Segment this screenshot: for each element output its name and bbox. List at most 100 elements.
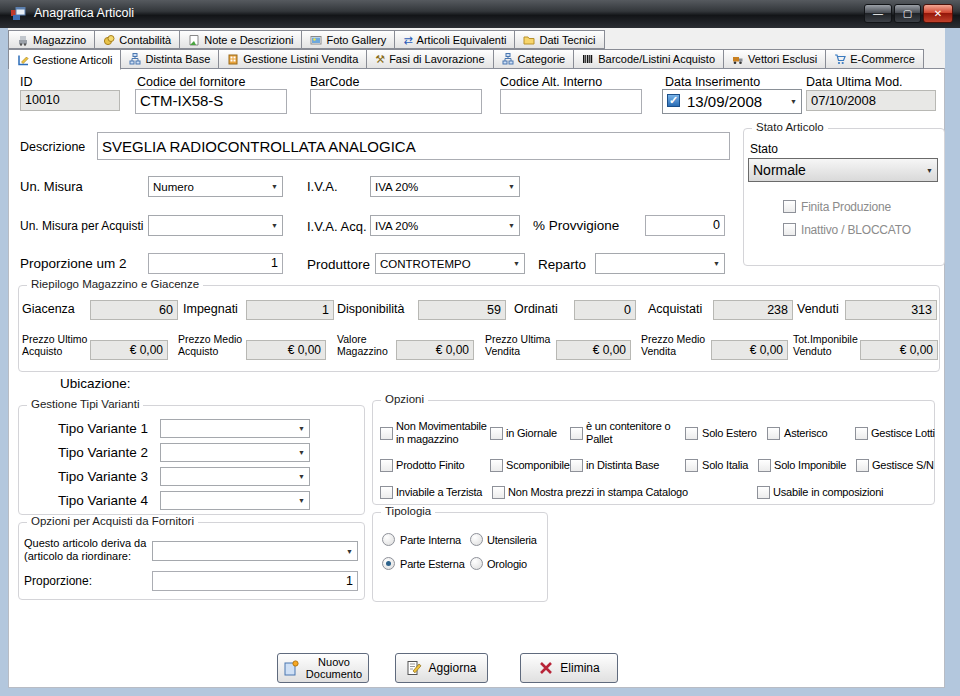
data-inserimento-picker[interactable]: 13/09/2008 ▼: [662, 89, 802, 114]
tab-barcode-listini-acquisto[interactable]: Barcode/Listini Acquisto: [574, 49, 724, 69]
descrizione-field[interactable]: SVEGLIA RADIOCONTROLLATA ANALOGICA: [97, 132, 730, 160]
un-misura-combobox[interactable]: Numero▼: [148, 176, 283, 197]
solo-estero-checkbox[interactable]: [685, 427, 698, 440]
iva-acq-combobox[interactable]: IVA 20%▼: [370, 215, 520, 236]
iva-acq-label: I.V.A. Acq.: [307, 219, 367, 234]
tab-magazzino[interactable]: Magazzino: [8, 30, 95, 49]
nuovo-documento-button[interactable]: Nuovo Documento: [277, 653, 369, 683]
produttore-value: CONTROTEMPO: [380, 258, 471, 270]
proporzione-um2-field[interactable]: 1: [148, 253, 283, 274]
impegnati-field: 1: [246, 300, 334, 320]
window-frame-bottom: [0, 688, 960, 696]
prezzo-ultima-vendita-label: Prezzo Ultima Vendita: [485, 333, 551, 357]
produttore-combobox[interactable]: CONTROTEMPO▼: [375, 253, 525, 274]
stato-label: Stato: [750, 142, 778, 156]
tipo-variante-2-label: Tipo Variante 2: [58, 445, 148, 460]
close-button[interactable]: ✕: [923, 4, 953, 23]
proporzione-field[interactable]: 1: [152, 571, 358, 591]
varianti-title: Gestione Tipi Varianti: [27, 398, 143, 410]
tipo-variante-2-combobox[interactable]: ▼: [160, 443, 310, 462]
contenitore-pallet-checkbox[interactable]: [570, 427, 583, 440]
tab-foto-gallery[interactable]: Foto Gallery: [302, 30, 395, 49]
tab-note-descrizioni[interactable]: Note e Descrizioni: [180, 30, 302, 49]
stato-combobox[interactable]: Normale ▼: [748, 158, 938, 182]
disponibilita-label: Disponibilità: [337, 302, 404, 316]
scomponibile-checkbox[interactable]: [490, 459, 503, 472]
reparto-label: Reparto: [538, 257, 586, 272]
tab-categorie[interactable]: Categorie: [494, 49, 575, 69]
tab-fasi-lavorazione[interactable]: ⚒ Fasi di Lavorazione: [367, 49, 493, 69]
orologio-radio[interactable]: [470, 557, 483, 570]
tipo-variante-1-dropdown-icon: ▼: [294, 425, 309, 432]
usabile-composizioni-label: Usabile in composizioni: [773, 486, 883, 498]
acquistati-label: Acquistati: [648, 302, 702, 316]
stato-value: Normale: [753, 162, 806, 178]
inviabile-terzista-checkbox[interactable]: [380, 486, 393, 499]
tab-dati-tecnici[interactable]: Dati Tecnici: [515, 30, 604, 49]
acquistati-field: 238: [713, 300, 793, 320]
data-inserimento-checkbox[interactable]: [667, 94, 680, 107]
codice-alt-field[interactable]: [500, 89, 642, 114]
solo-imponibile-checkbox[interactable]: [758, 459, 771, 472]
tipo-variante-3-combobox[interactable]: ▼: [160, 467, 310, 486]
foto-gallery-icon: [310, 34, 322, 46]
maximize-button[interactable]: ▢: [894, 4, 921, 23]
tab-contabilita[interactable]: Contabilità: [95, 30, 180, 49]
tab-distinta-base[interactable]: Distinta Base: [121, 49, 219, 69]
acquisti-fornitori-title: Opzioni per Acquisti da Fornitori: [27, 515, 198, 527]
non-movimentabile-checkbox[interactable]: [380, 427, 393, 440]
parte-interna-radio[interactable]: [382, 533, 395, 546]
data-inserimento-value: 13/09/2008: [687, 93, 762, 110]
solo-italia-label: Solo Italia: [702, 459, 748, 471]
stato-dropdown-icon: ▼: [922, 167, 937, 174]
valore-magazzino-label: Valore Magazzino: [337, 333, 397, 357]
utensileria-radio[interactable]: [470, 533, 483, 546]
tab-ecommerce[interactable]: E-Commerce: [826, 49, 924, 69]
contenitore-pallet-label: è un contenitore o Pallet: [586, 420, 678, 446]
reparto-combobox[interactable]: ▼: [595, 253, 725, 274]
scomponibile-label: Scomponibile: [506, 459, 570, 471]
gestisce-lotti-checkbox[interactable]: [855, 427, 868, 440]
iva-combobox[interactable]: IVA 20%▼: [370, 176, 520, 197]
tab-label: Categorie: [518, 53, 566, 65]
elimina-button[interactable]: Elimina: [520, 653, 618, 683]
tab-label: Magazzino: [33, 34, 86, 46]
aggiorna-button[interactable]: Aggiorna: [395, 653, 488, 683]
solo-italia-checkbox[interactable]: [685, 459, 698, 472]
tab-articoli-equivalenti[interactable]: ⇄ Articoli Equivalenti: [395, 30, 515, 49]
un-misura-value: Numero: [153, 181, 194, 193]
tab-label: Foto Gallery: [326, 34, 386, 46]
codice-alt-label: Codice Alt. Interno: [500, 75, 602, 89]
tipo-variante-1-combobox[interactable]: ▼: [160, 419, 310, 438]
finita-produzione-checkbox[interactable]: [783, 200, 796, 213]
non-mostra-prezzi-checkbox[interactable]: [492, 486, 505, 499]
in-giornale-checkbox[interactable]: [490, 427, 503, 440]
fasi-lavorazione-icon: ⚒: [375, 53, 385, 65]
provvigione-field[interactable]: 0: [645, 215, 725, 236]
tab-label: Distinta Base: [145, 53, 210, 65]
barcode-field[interactable]: [310, 89, 482, 114]
minimize-button[interactable]: —: [864, 4, 892, 23]
prodotto-finito-checkbox[interactable]: [380, 459, 393, 472]
tipo-variante-4-combobox[interactable]: ▼: [160, 491, 310, 510]
tipo-variante-4-dropdown-icon: ▼: [294, 497, 309, 504]
inattivo-bloccato-checkbox[interactable]: [783, 223, 796, 236]
orologio-label: Orologio: [487, 558, 527, 570]
tab-gestione-listini-vendita[interactable]: Gestione Listini Vendita: [219, 49, 367, 69]
tab-vettori-esclusi[interactable]: Vettori Esclusi: [724, 49, 826, 69]
codice-fornitore-field[interactable]: CTM-IX58-S: [135, 89, 287, 114]
parte-esterna-radio[interactable]: [382, 557, 395, 570]
gestisce-sn-checkbox[interactable]: [856, 459, 869, 472]
data-inserimento-dropdown-icon[interactable]: ▼: [790, 98, 797, 105]
asterisco-checkbox[interactable]: [767, 427, 780, 440]
deriva-da-combobox[interactable]: ▼: [152, 541, 358, 561]
prodotto-finito-label: Prodotto Finito: [396, 459, 465, 471]
iva-label: I.V.A.: [307, 179, 338, 194]
un-misura-acquisti-combobox[interactable]: ▼: [148, 215, 283, 236]
tab-gestione-articoli[interactable]: Gestione Articoli: [8, 49, 121, 70]
iva-dropdown-icon: ▼: [504, 183, 519, 190]
tipologia-title: Tipologia: [381, 505, 435, 517]
inattivo-bloccato-label: Inattivo / BLOCCATO: [801, 223, 911, 237]
in-distinta-base-checkbox[interactable]: [570, 459, 583, 472]
usabile-composizioni-checkbox[interactable]: [757, 486, 770, 499]
